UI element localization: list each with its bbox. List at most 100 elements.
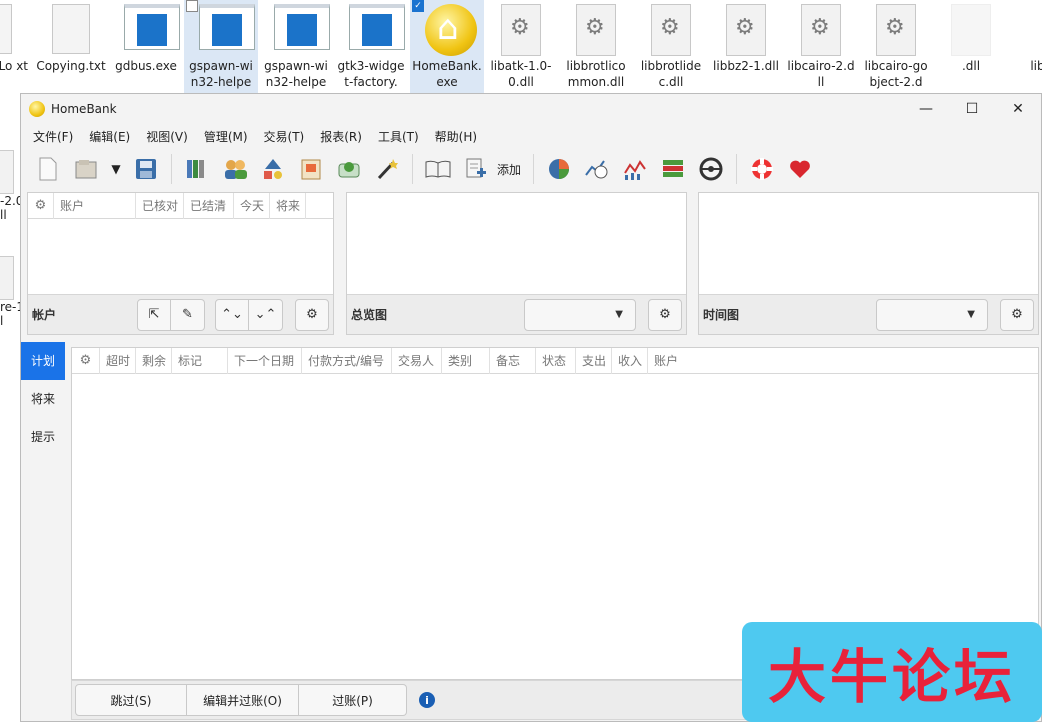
menu-file[interactable]: 文件(F) [25,128,81,145]
add-transaction-icon[interactable] [460,153,492,185]
categories-icon[interactable] [257,153,289,185]
edit-and-post-button[interactable]: 编辑并过账(O) [187,684,299,716]
col-account[interactable]: 账户 [648,348,708,374]
desktop-file-icon[interactable]: gdbus.exe [109,0,183,96]
accounts-icon[interactable] [181,153,213,185]
new-file-icon[interactable] [32,153,64,185]
desktop-file-icon[interactable]: .dll [934,0,1008,96]
balance-report-icon[interactable] [619,153,651,185]
file-label: gdbus.exe [115,59,177,73]
expand-icon[interactable]: ⌃⌄ [215,298,249,331]
close-button[interactable]: ✕ [995,94,1041,124]
desktop-file-icon[interactable]: libep [1008,0,1042,96]
maximize-button[interactable]: ☐ [949,94,995,124]
timeline-settings-gear-icon[interactable]: ⚙ [1000,298,1034,331]
tab-reminders[interactable]: 提示 [21,418,65,456]
edit-pencil-icon[interactable]: ✎ [171,298,205,331]
select-checkbox[interactable]: ✓ [412,0,424,12]
col-remaining[interactable]: 剩余 [136,347,172,374]
open-file-icon[interactable] [70,153,102,185]
file-label: libbrotlicommon.dll [566,59,626,89]
desktop-file-icon[interactable]: ⚙ libcairo-2.dll [784,0,858,96]
col-future[interactable]: 将来 [270,192,306,219]
col-cleared[interactable]: 已结清 [184,192,234,219]
desktop-file-icon[interactable]: gspawn-win32-helpe [259,0,333,96]
toolbar: ▼ 添加 [21,148,1041,190]
menu-help[interactable]: 帮助(H) [427,128,485,145]
col-expense[interactable]: 支出 [576,347,612,374]
tab-future[interactable]: 将来 [21,380,65,418]
add-label[interactable]: 添加 [497,161,521,178]
menu-tools[interactable]: 工具(T) [370,128,427,145]
col-flag[interactable]: 标记 [172,347,228,374]
collapse-icon[interactable]: ⌄⌃ [249,298,283,331]
file-label: gspawn-win32-helpe [264,59,328,89]
menu-transaction[interactable]: 交易(T) [256,128,313,145]
col-reconciled[interactable]: 已核对 [136,192,184,219]
col-payment[interactable]: 付款方式/编号 [302,347,392,374]
desktop-file-icon[interactable]: ⚙ libatk-1.0-0.dll [484,0,558,96]
menu-view[interactable]: 视图(V) [138,128,196,145]
file-label: gspawn-win32-helpe [189,59,253,89]
menu-manage[interactable]: 管理(M) [196,128,256,145]
col-income[interactable]: 收入 [612,347,648,374]
col-late[interactable]: 超时 [100,347,136,374]
file-label: .dll [961,59,981,73]
col-account[interactable]: 账户 [54,192,136,219]
desktop: geLo xt Copying.txt gdbus.exe gspawn-win… [0,0,1042,96]
desktop-file-icon[interactable]: ⚙ libcairo-gobject-2.d [859,0,933,96]
chevron-down-icon[interactable]: ▼ [108,153,124,185]
trend-time-icon[interactable] [581,153,613,185]
timeline-dropdown[interactable]: ▼ [876,298,988,331]
col-category[interactable]: 类别 [442,347,490,374]
menu-report[interactable]: 报表(R) [312,128,370,145]
timeline-footer: 时间图 ▼ ⚙ [699,294,1038,334]
dll-icon [0,256,14,300]
budget-icon[interactable] [333,153,365,185]
select-checkbox[interactable] [186,0,198,12]
desktop-file-icon[interactable]: ⚙ libbrotlidec.dll [634,0,708,96]
save-icon[interactable] [130,153,162,185]
info-icon[interactable]: i [419,692,435,708]
desktop-file-icon[interactable]: ⚙ libbz2-1.dll [709,0,783,96]
budget-report-icon[interactable] [657,153,689,185]
file-label: geLo xt [0,59,28,73]
post-button[interactable]: 过账(P) [299,684,407,716]
archive-icon[interactable] [295,153,327,185]
assistant-wand-icon[interactable] [371,153,403,185]
minimize-button[interactable]: — [903,94,949,124]
overview-dropdown[interactable]: ▼ [524,298,636,331]
columns-gear-icon[interactable]: ⚙ [72,347,100,374]
help-lifebuoy-icon[interactable] [746,153,778,185]
menu-edit[interactable]: 编辑(E) [81,128,138,145]
overview-settings-gear-icon[interactable]: ⚙ [648,298,682,331]
donate-heart-icon[interactable] [784,153,816,185]
payees-icon[interactable] [219,153,251,185]
col-payee[interactable]: 交易人 [392,347,442,374]
file-label: gtk3-widget-factory. [337,59,405,89]
document-icon [0,4,12,54]
desktop-file-icon[interactable]: ✓ HomeBank.exe [410,0,484,96]
statistics-pie-icon[interactable] [543,153,575,185]
dll-gear-icon: ⚙ [651,4,691,56]
desktop-file-icon[interactable]: Copying.txt [34,0,108,96]
file-label: libbz2-1.dll [713,59,779,73]
desktop-file-icon[interactable]: gspawn-win32-helpe [184,0,258,96]
title-bar[interactable]: HomeBank — ☐ ✕ [21,94,1041,124]
skip-button[interactable]: 跳过(S) [75,684,187,716]
col-today[interactable]: 今天 [234,192,270,219]
col-next-date[interactable]: 下一个日期 [228,347,302,374]
open-register-icon[interactable]: ⇱ [137,298,171,331]
vehicle-cost-steering-icon[interactable] [695,153,727,185]
file-label: libcairo-gobject-2.d [864,59,928,89]
desktop-file-icon[interactable]: ⚙ libbrotlicommon.dll [559,0,633,96]
register-book-icon[interactable] [422,153,454,185]
desktop-file-icon[interactable]: geLo xt [0,0,30,96]
col-memo[interactable]: 备忘 [490,347,536,374]
col-status[interactable]: 状态 [536,347,576,374]
tab-scheduled[interactable]: 计划 [21,342,65,380]
menu-bar: 文件(F) 编辑(E) 视图(V) 管理(M) 交易(T) 报表(R) 工具(T… [21,124,1041,148]
columns-gear-icon[interactable]: ⚙ [28,192,54,219]
desktop-file-icon[interactable]: gtk3-widget-factory. [334,0,408,96]
accounts-settings-gear-icon[interactable]: ⚙ [295,298,329,331]
